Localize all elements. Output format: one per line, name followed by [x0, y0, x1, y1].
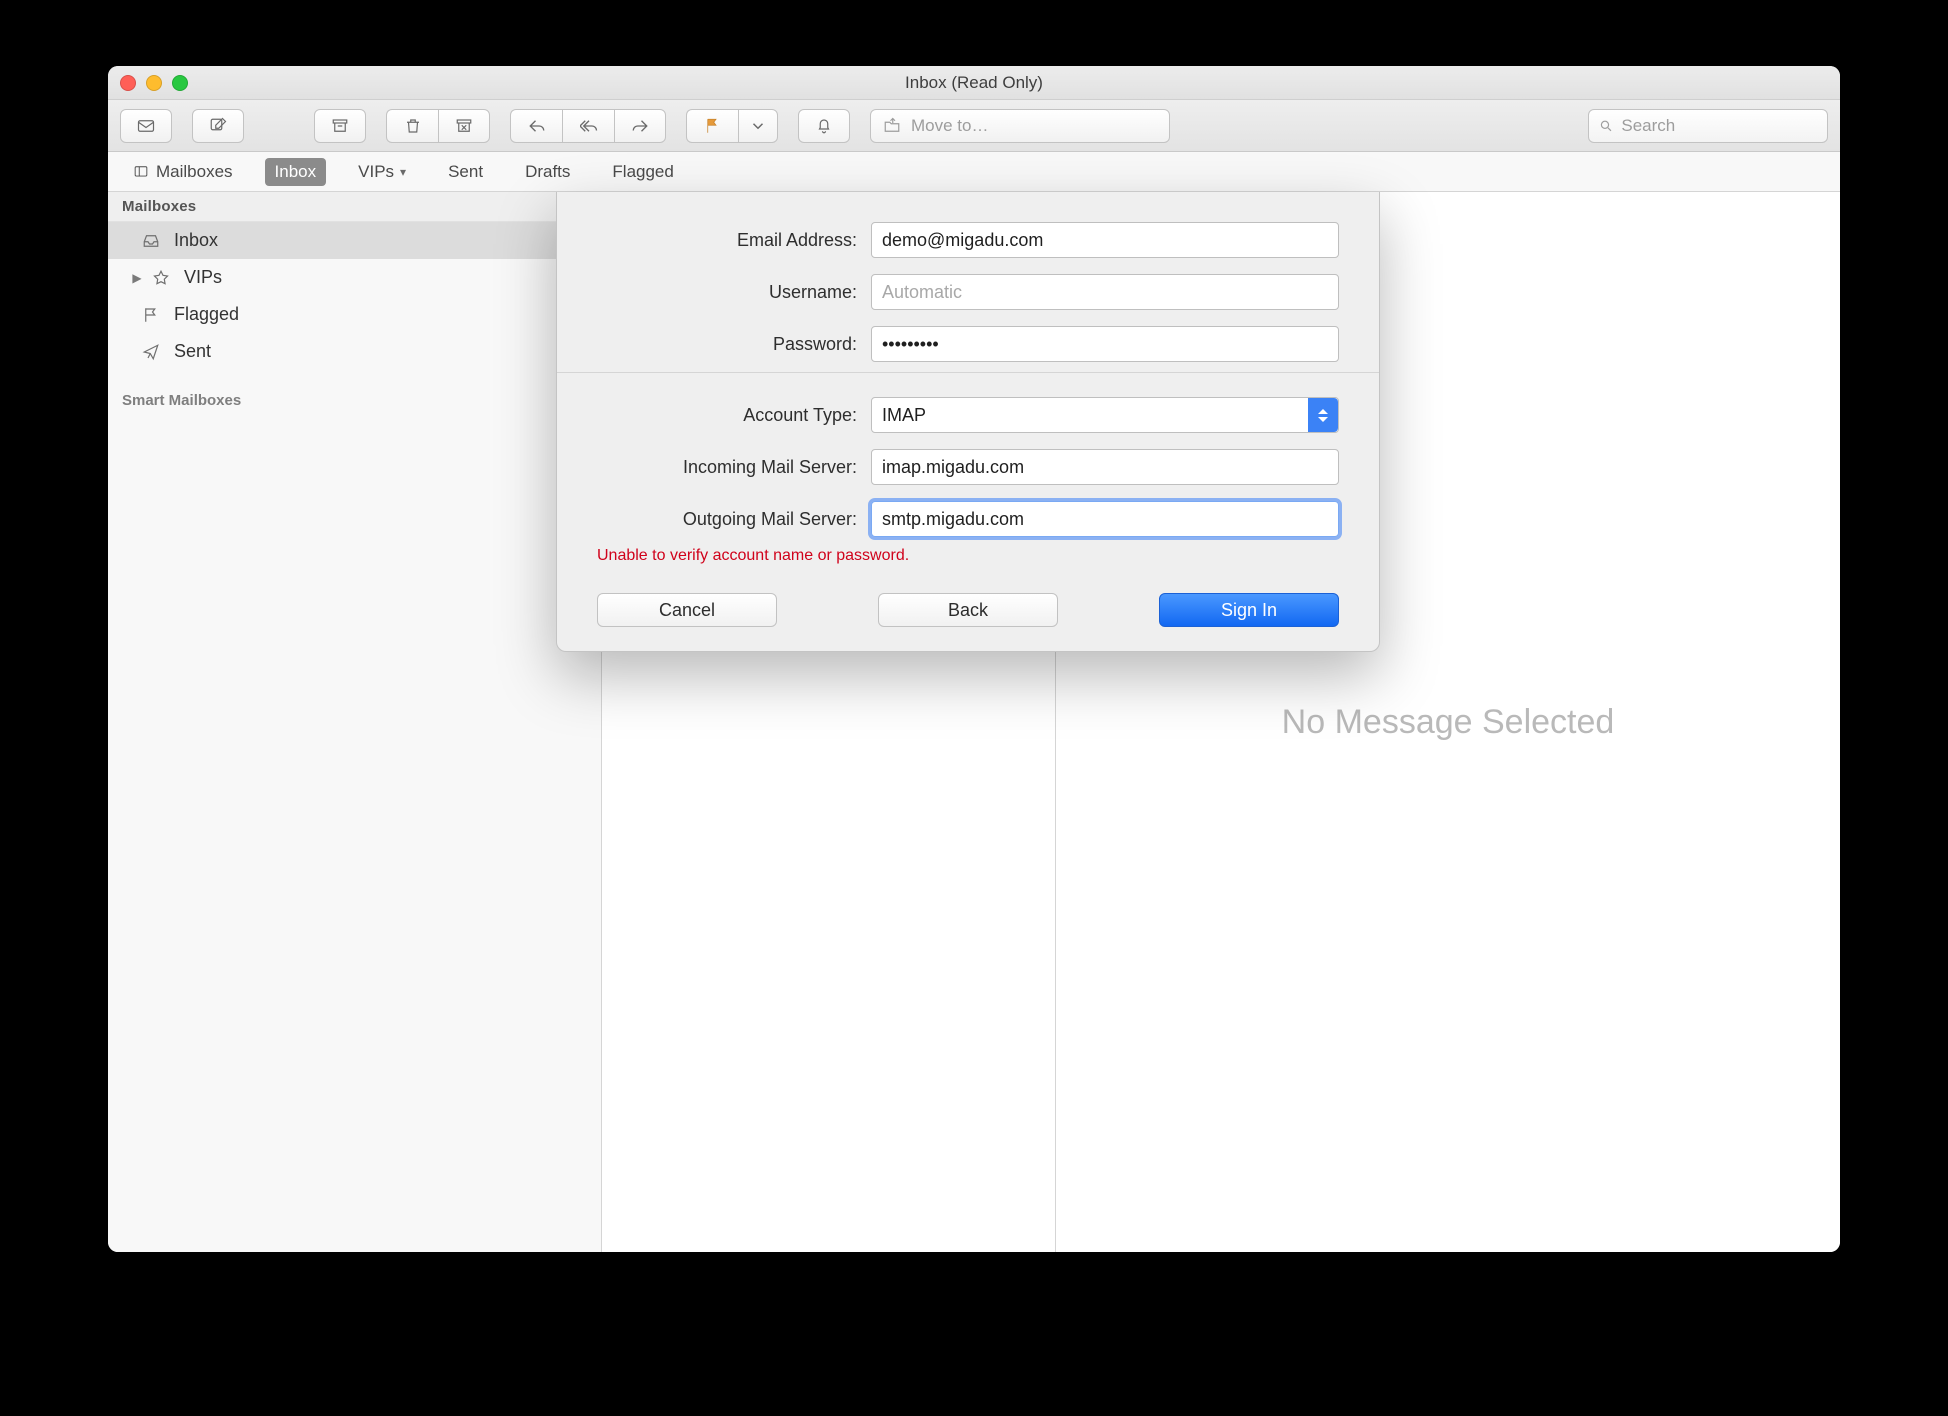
favorites-bar: Mailboxes Inbox VIPs ▾ Sent Drafts Flagg… — [108, 152, 1840, 192]
sheet-divider — [557, 372, 1379, 373]
sidebar-item-label: Sent — [174, 341, 211, 362]
toolbar: Move to… — [108, 100, 1840, 152]
chevron-down-icon — [749, 117, 767, 135]
sidebar-item-label: VIPs — [184, 267, 222, 288]
fav-sent-label: Sent — [448, 162, 483, 182]
flag-outline-icon — [140, 306, 162, 324]
account-setup-sheet: Email Address: Username: Password: — [556, 192, 1380, 652]
move-folder-icon — [883, 117, 901, 135]
viewer-placeholder: No Message Selected — [1282, 703, 1615, 742]
email-field-wrap[interactable] — [871, 222, 1339, 258]
fav-sent[interactable]: Sent — [438, 158, 493, 186]
reply-all-button[interactable] — [562, 109, 614, 143]
account-type-select[interactable]: IMAP — [871, 397, 1339, 433]
close-window-button[interactable] — [120, 75, 136, 91]
fav-drafts[interactable]: Drafts — [515, 158, 580, 186]
envelope-icon — [137, 117, 155, 135]
sidebar-item-label: Flagged — [174, 304, 239, 325]
label-outgoing: Outgoing Mail Server: — [597, 509, 857, 530]
cancel-button-label: Cancel — [659, 600, 715, 621]
sidebar-section-smart: Smart Mailboxes — [108, 386, 601, 415]
sidebar-item-label: Inbox — [174, 230, 218, 251]
chevron-down-icon: ▾ — [400, 165, 406, 179]
outgoing-field-wrap[interactable] — [871, 501, 1339, 537]
label-email: Email Address: — [597, 230, 857, 251]
reply-all-icon — [580, 117, 598, 135]
mute-button[interactable] — [798, 109, 850, 143]
mail-window: Inbox (Read Only) — [108, 66, 1840, 1252]
get-mail-button[interactable] — [120, 109, 172, 143]
search-field[interactable] — [1588, 109, 1828, 143]
incoming-field-wrap[interactable] — [871, 449, 1339, 485]
reply-button[interactable] — [510, 109, 562, 143]
sign-in-button-label: Sign In — [1221, 600, 1277, 621]
flag-icon — [704, 117, 722, 135]
sidebar-item-vips[interactable]: ▶ VIPs — [108, 259, 601, 296]
titlebar: Inbox (Read Only) — [108, 66, 1840, 100]
compose-button[interactable] — [192, 109, 244, 143]
flag-button[interactable] — [686, 109, 738, 143]
back-button[interactable]: Back — [878, 593, 1058, 627]
select-stepper-icon — [1308, 398, 1338, 432]
delete-button[interactable] — [386, 109, 438, 143]
search-input[interactable] — [1621, 116, 1817, 136]
archive-icon — [331, 117, 349, 135]
sidebar-section-mailboxes: Mailboxes — [108, 192, 601, 222]
fav-drafts-label: Drafts — [525, 162, 570, 182]
password-field-wrap[interactable] — [871, 326, 1339, 362]
window-controls — [120, 75, 188, 91]
window-title: Inbox (Read Only) — [905, 73, 1043, 93]
label-account-type: Account Type: — [597, 405, 857, 426]
move-to-button[interactable]: Move to… — [870, 109, 1170, 143]
cancel-button[interactable]: Cancel — [597, 593, 777, 627]
compose-icon — [209, 117, 227, 135]
search-icon — [1599, 118, 1613, 134]
sidebar-toggle-icon — [132, 165, 150, 179]
archive-button[interactable] — [314, 109, 366, 143]
junk-icon — [455, 117, 473, 135]
sidebar: Mailboxes Inbox ▶ VIPs Flagged Sent — [108, 192, 602, 1252]
username-field-wrap[interactable] — [871, 274, 1339, 310]
fav-inbox[interactable]: Inbox — [265, 158, 327, 186]
sidebar-item-sent[interactable]: Sent — [108, 333, 601, 370]
password-input[interactable] — [882, 334, 1328, 355]
forward-icon — [631, 117, 649, 135]
bell-icon — [815, 117, 833, 135]
error-message: Unable to verify account name or passwor… — [597, 547, 1339, 565]
email-input[interactable] — [882, 230, 1328, 251]
sidebar-item-inbox[interactable]: Inbox — [108, 222, 601, 259]
fav-inbox-label: Inbox — [275, 162, 317, 182]
forward-button[interactable] — [614, 109, 666, 143]
sign-in-button[interactable]: Sign In — [1159, 593, 1339, 627]
paper-plane-icon — [140, 343, 162, 361]
sidebar-item-flagged[interactable]: Flagged — [108, 296, 601, 333]
fav-flagged[interactable]: Flagged — [602, 158, 683, 186]
zoom-window-button[interactable] — [172, 75, 188, 91]
trash-icon — [404, 117, 422, 135]
star-icon — [150, 269, 172, 287]
username-input[interactable] — [882, 282, 1328, 303]
outgoing-server-input[interactable] — [882, 509, 1328, 530]
label-username: Username: — [597, 282, 857, 303]
label-password: Password: — [597, 334, 857, 355]
label-incoming: Incoming Mail Server: — [597, 457, 857, 478]
disclosure-triangle-icon[interactable]: ▶ — [132, 271, 142, 285]
fav-flagged-label: Flagged — [612, 162, 673, 182]
reply-icon — [528, 117, 546, 135]
minimize-window-button[interactable] — [146, 75, 162, 91]
fav-vips-label: VIPs — [358, 162, 394, 182]
incoming-server-input[interactable] — [882, 457, 1328, 478]
fav-mailboxes[interactable]: Mailboxes — [122, 158, 243, 186]
back-button-label: Back — [948, 600, 988, 621]
fav-mailboxes-label: Mailboxes — [156, 162, 233, 182]
move-to-label: Move to… — [911, 116, 988, 136]
fav-vips[interactable]: VIPs ▾ — [348, 158, 416, 186]
inbox-icon — [140, 232, 162, 250]
account-type-value: IMAP — [882, 405, 926, 426]
flag-menu-button[interactable] — [738, 109, 778, 143]
junk-button[interactable] — [438, 109, 490, 143]
